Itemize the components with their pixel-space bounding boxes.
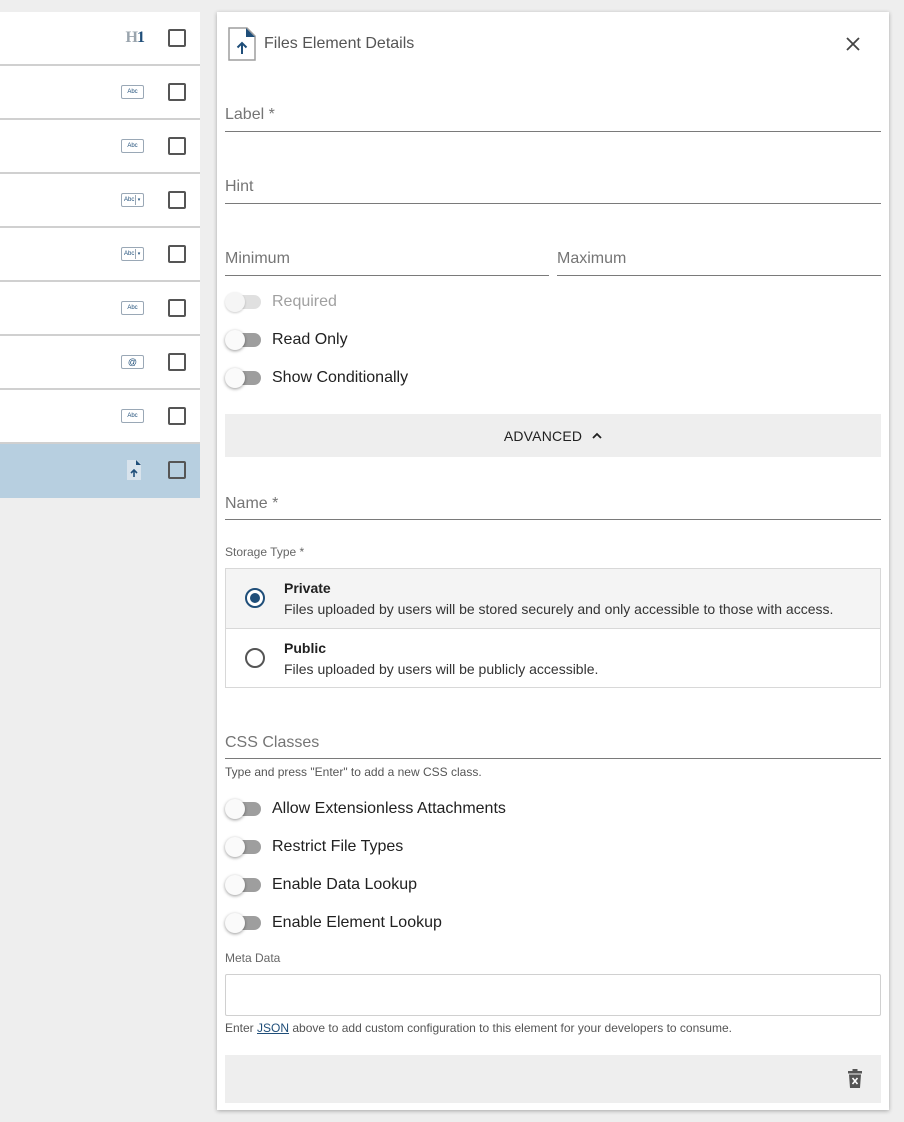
select-checkbox[interactable] <box>168 461 186 479</box>
minimum-field[interactable]: Minimum <box>225 236 549 276</box>
restrict-file-types-toggle-row[interactable]: Restrict File Types <box>225 835 403 859</box>
maximum-field[interactable]: Maximum <box>557 236 881 276</box>
text-field-icon: Abc <box>121 85 144 99</box>
list-item[interactable]: H1 <box>0 12 200 66</box>
select-field-icon: Abc ▾ <box>121 193 144 207</box>
select-checkbox[interactable] <box>168 191 186 209</box>
panel-footer <box>225 1055 881 1103</box>
select-checkbox[interactable] <box>168 83 186 101</box>
css-classes-hint: Type and press "Enter" to add a new CSS … <box>225 765 482 779</box>
chevron-up-icon <box>592 432 602 440</box>
allow-extensionless-toggle-row[interactable]: Allow Extensionless Attachments <box>225 797 506 821</box>
meta-data-label: Meta Data <box>225 951 281 965</box>
element-details-panel: Files Element Details Label * Hint Minim… <box>217 12 889 1110</box>
read-only-toggle-row[interactable]: Read Only <box>225 328 348 352</box>
panel-header: Files Element Details <box>217 12 889 76</box>
close-icon <box>846 37 860 51</box>
text-field-icon: Abc <box>121 409 144 423</box>
read-only-toggle[interactable] <box>225 330 261 350</box>
hint-field[interactable]: Hint <box>225 164 881 204</box>
element-list: H1 Abc Abc Abc ▾ Abc ▾ Abc @ Abc <box>0 12 200 498</box>
required-toggle-row: Required <box>225 290 337 314</box>
email-field-icon: @ <box>121 355 144 369</box>
close-button[interactable] <box>841 32 865 56</box>
enable-element-lookup-toggle-row[interactable]: Enable Element Lookup <box>225 911 442 935</box>
required-toggle <box>225 292 261 312</box>
select-checkbox[interactable] <box>168 299 186 317</box>
select-checkbox[interactable] <box>168 137 186 155</box>
text-field-icon: Abc <box>121 139 144 153</box>
select-checkbox[interactable] <box>168 245 186 263</box>
select-checkbox[interactable] <box>168 407 186 425</box>
panel-title: Files Element Details <box>264 35 415 52</box>
advanced-toggle-button[interactable]: ADVANCED <box>225 414 881 457</box>
list-item[interactable]: Abc ▾ <box>0 228 200 282</box>
file-upload-icon <box>227 26 259 67</box>
storage-type-private-option[interactable]: Private Files uploaded by users will be … <box>226 569 880 628</box>
file-upload-icon <box>124 459 144 481</box>
allow-extensionless-toggle[interactable] <box>225 799 261 819</box>
enable-data-lookup-toggle[interactable] <box>225 875 261 895</box>
storage-type-label: Storage Type * <box>225 545 305 559</box>
list-item[interactable]: Abc ▾ <box>0 174 200 228</box>
list-item[interactable]: Abc <box>0 390 200 444</box>
json-link[interactable]: JSON <box>257 1021 289 1035</box>
storage-type-radio-group: Private Files uploaded by users will be … <box>225 568 881 688</box>
storage-type-public-option[interactable]: Public Files uploaded by users will be p… <box>226 628 880 687</box>
list-item-selected[interactable] <box>0 444 200 498</box>
list-item[interactable]: Abc <box>0 66 200 120</box>
meta-data-hint: Enter JSON above to add custom configura… <box>225 1021 732 1035</box>
text-field-icon: Abc <box>121 301 144 315</box>
list-item[interactable]: @ <box>0 336 200 390</box>
delete-button[interactable] <box>847 1069 865 1089</box>
restrict-file-types-toggle[interactable] <box>225 837 261 857</box>
heading-h1-icon: H1 <box>125 29 145 46</box>
enable-data-lookup-toggle-row[interactable]: Enable Data Lookup <box>225 873 417 897</box>
select-checkbox[interactable] <box>168 353 186 371</box>
list-item[interactable]: Abc <box>0 282 200 336</box>
enable-element-lookup-toggle[interactable] <box>225 913 261 933</box>
radio-button[interactable] <box>245 588 265 608</box>
select-field-icon: Abc ▾ <box>121 247 144 261</box>
name-field[interactable]: Name * <box>225 480 881 520</box>
trash-icon <box>848 1069 862 1088</box>
list-item[interactable]: Abc <box>0 120 200 174</box>
label-field[interactable]: Label * <box>225 92 881 132</box>
show-conditionally-toggle-row[interactable]: Show Conditionally <box>225 366 408 390</box>
show-conditionally-toggle[interactable] <box>225 368 261 388</box>
select-checkbox[interactable] <box>168 29 186 47</box>
css-classes-field[interactable]: CSS Classes <box>225 719 881 759</box>
meta-data-editor[interactable] <box>225 974 881 1016</box>
radio-button[interactable] <box>245 648 265 668</box>
